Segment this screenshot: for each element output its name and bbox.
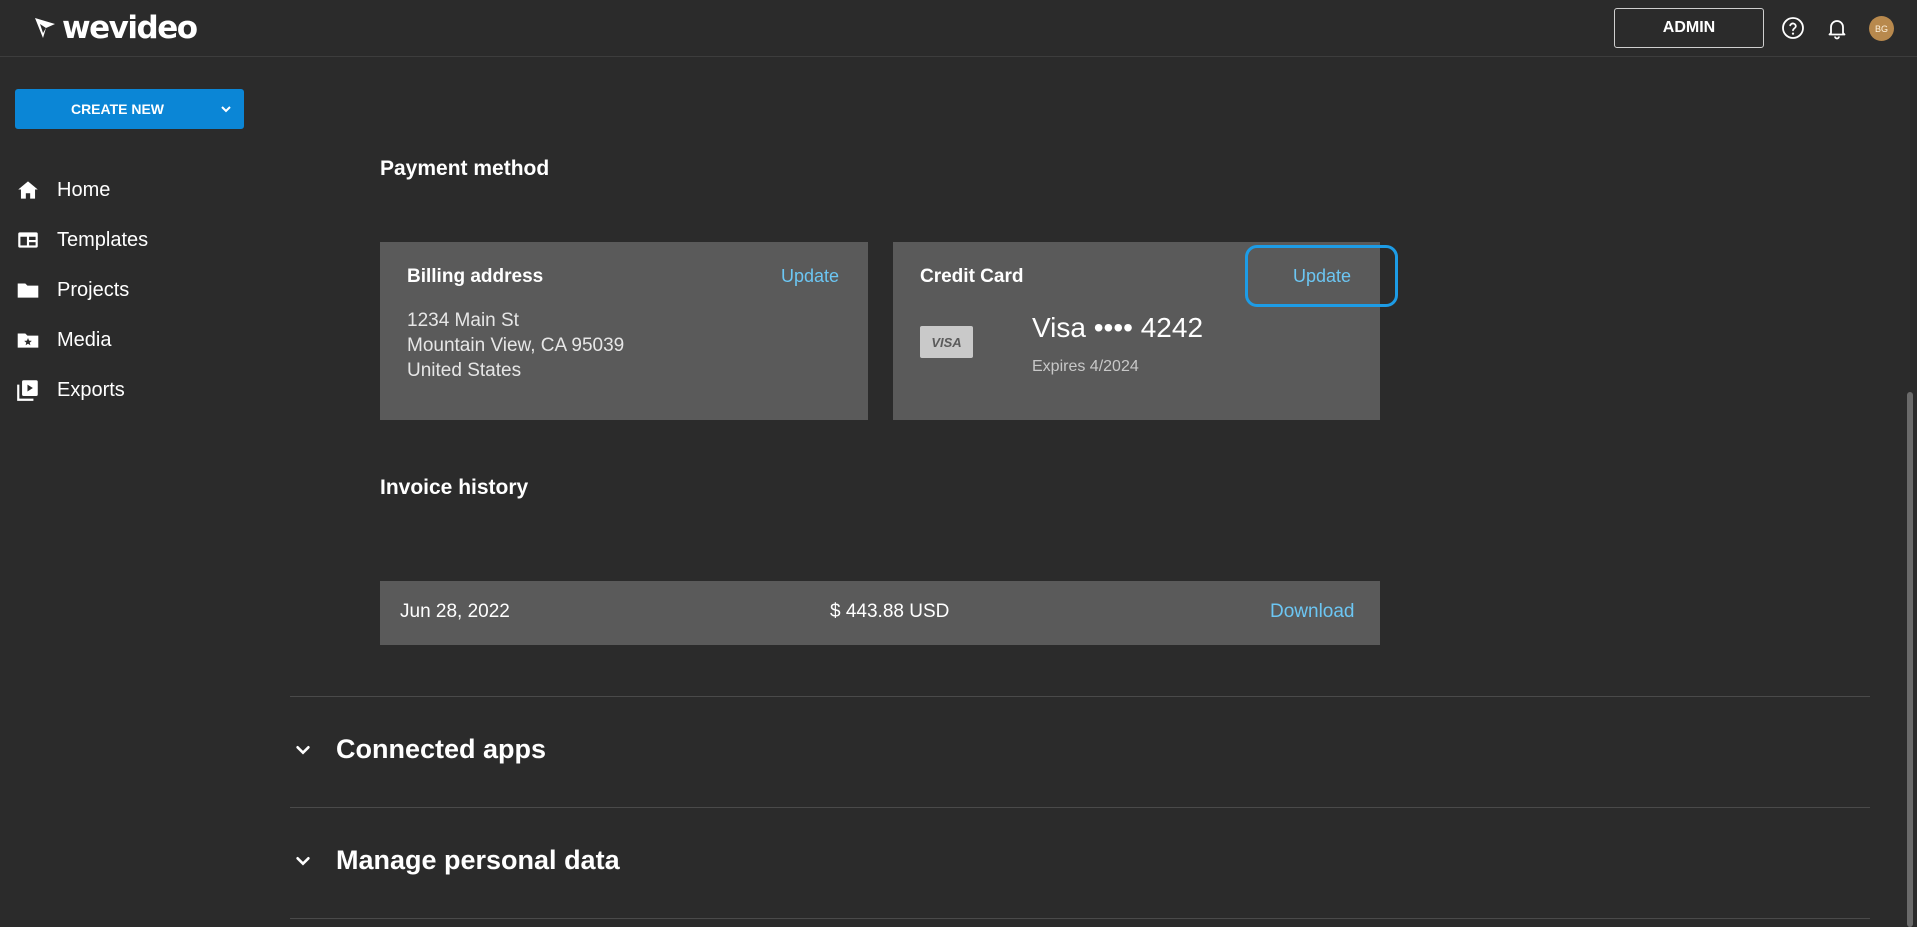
top-bar: wevideo ADMIN BG (0, 0, 1917, 57)
credit-card-title: Credit Card (920, 266, 1024, 287)
chevron-down-icon[interactable] (208, 103, 244, 115)
manage-personal-data-accordion[interactable]: Manage personal data (290, 845, 620, 876)
card-number: Visa •••• 4242 (1032, 312, 1204, 343)
sidebar-item-media[interactable]: Media (15, 315, 235, 365)
avatar[interactable]: BG (1869, 16, 1894, 41)
sidebar-nav: Home Templates Projects Media Exports (15, 165, 235, 415)
billing-address: 1234 Main St Mountain View, CA 95039 Uni… (407, 308, 624, 383)
invoice-date: Jun 28, 2022 (400, 601, 510, 622)
sidebar-item-projects[interactable]: Projects (15, 265, 235, 315)
divider (290, 696, 1870, 697)
media-folder-icon (17, 333, 39, 348)
chevron-down-icon (296, 856, 310, 866)
divider (290, 807, 1870, 808)
admin-button[interactable]: ADMIN (1614, 8, 1764, 48)
sidebar-item-label: Projects (57, 278, 130, 301)
address-line-3: United States (407, 360, 522, 381)
home-icon (18, 181, 38, 199)
table-row: Jun 28, 2022 $ 443.88 USD Download (380, 581, 1380, 645)
create-new-button[interactable]: CREATE NEW (15, 89, 244, 129)
help-circle-icon[interactable] (1781, 16, 1805, 40)
billing-update-link[interactable]: Update (781, 266, 839, 287)
templates-icon (18, 232, 38, 248)
invoice-download-link[interactable]: Download (1270, 601, 1355, 623)
logo-mark-icon (35, 18, 55, 38)
invoice-amount: $ 443.88 USD (830, 601, 950, 622)
sidebar-item-label: Media (57, 328, 112, 351)
address-line-2: Mountain View, CA 95039 (407, 335, 625, 356)
sidebar-item-exports[interactable]: Exports (15, 365, 235, 415)
connected-apps-accordion[interactable]: Connected apps (290, 734, 546, 765)
address-line-1: 1234 Main St (407, 310, 519, 331)
visa-card-icon: VISA (920, 326, 973, 358)
logo-text: wevideo (62, 10, 198, 46)
chevron-down-icon (296, 745, 310, 755)
payment-method-heading: Payment method (380, 157, 550, 180)
exports-icon (17, 380, 38, 401)
create-new-label: CREATE NEW (70, 101, 165, 117)
folder-icon (17, 283, 39, 298)
billing-address-card: Billing address Update 1234 Main St Moun… (380, 242, 868, 420)
sidebar-item-label: Home (57, 178, 111, 201)
sidebar-item-home[interactable]: Home (15, 165, 235, 215)
accordion-label: Connected apps (336, 734, 547, 764)
bell-icon[interactable] (1825, 16, 1849, 40)
update-highlight-ring (1245, 245, 1398, 307)
sidebar-item-label: Templates (57, 228, 149, 251)
wevideo-logo[interactable]: wevideo (34, 10, 198, 46)
accordion-label: Manage personal data (336, 845, 620, 875)
invoice-history-heading: Invoice history (380, 476, 529, 499)
divider (290, 918, 1870, 919)
sidebar-item-label: Exports (57, 378, 125, 401)
sidebar-item-templates[interactable]: Templates (15, 215, 235, 265)
billing-address-title: Billing address (407, 266, 544, 287)
scrollbar[interactable] (1907, 392, 1913, 927)
card-expiry: Expires 4/2024 (1032, 358, 1139, 375)
